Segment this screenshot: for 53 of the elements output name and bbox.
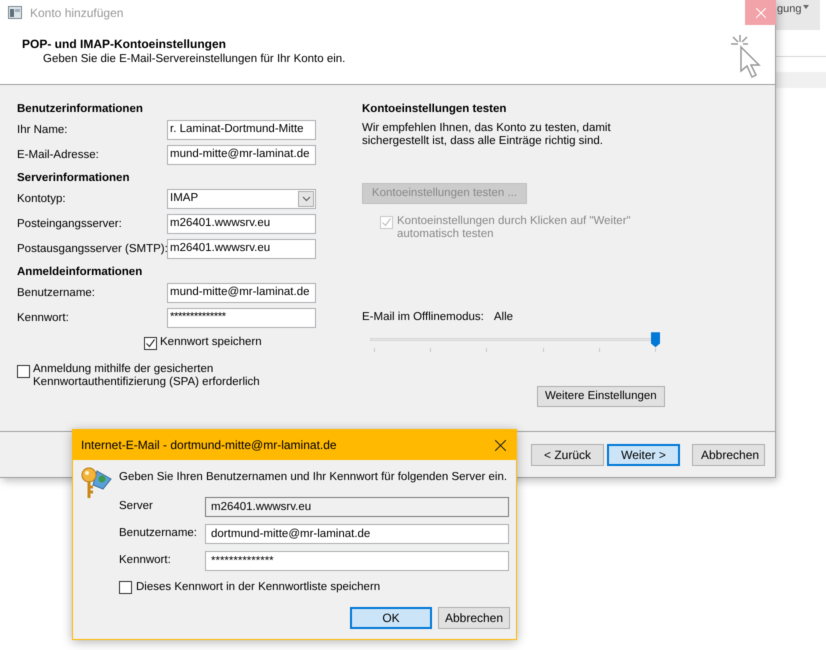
input-field[interactable]: mund-mitte@mr-laminat.de	[167, 145, 316, 165]
input-field[interactable]: m26401.wwwsrv.eu	[167, 214, 316, 234]
field-label: Kennwort:	[17, 311, 70, 326]
checkbox[interactable]	[144, 336, 157, 350]
wizard-button[interactable]: Weiter >	[607, 444, 680, 466]
key-icon	[79, 465, 113, 501]
input-field[interactable]: dortmund-mitte@mr-laminat.de	[205, 524, 509, 544]
slider-value: Alle	[494, 310, 514, 325]
ribbon-tab[interactable]: gung	[776, 0, 820, 30]
more-settings-button[interactable]: Weitere Einstellungen	[537, 386, 665, 408]
checkbox-label: Kontoeinstellungen durch Klicken auf "Weiter" automatisch testen	[397, 215, 632, 241]
checkbox[interactable]	[119, 581, 132, 594]
field-label: Server	[119, 499, 154, 514]
dialog-button[interactable]: Abbrechen	[438, 606, 510, 628]
input-field[interactable]: **************	[205, 551, 509, 572]
click-cursor-icon	[728, 33, 764, 81]
page-heading: POP- und IMAP-Kontoeinstellungen	[22, 37, 227, 52]
section-heading: Serverinformationen	[17, 171, 130, 186]
field-label: Postausgangsserver (SMTP):	[17, 242, 167, 257]
dropdown[interactable]: IMAP	[167, 189, 316, 209]
section-heading: Benutzerinformationen	[17, 102, 144, 117]
field-label: Benutzername:	[17, 286, 96, 301]
checkbox-label: Anmeldung mithilfe der gesicherten Kennwortauthentifizierung (SPA) erforderlich	[33, 363, 261, 389]
field-label: Posteingangsserver:	[17, 217, 123, 232]
close-icon	[756, 8, 766, 18]
slider-thumb[interactable]	[651, 332, 660, 348]
field-label: Benutzername:	[119, 526, 198, 542]
field-label: Ihr Name:	[17, 123, 68, 138]
field-label: Kennwort:	[119, 553, 172, 568]
field-label: E-Mail-Adresse:	[17, 148, 100, 163]
page-subtitle: Geben Sie die E-Mail-Servereinstellungen für Ihr Konto ein.	[42, 52, 346, 67]
test-description: Wir empfehlen Ihnen, das Konto zu testen, damit sichergestellt ist, dass alle Einträge richtig sind.	[362, 122, 612, 148]
chevron-down-icon[interactable]	[298, 191, 314, 207]
field-label: Kontotyp:	[17, 192, 67, 207]
app-icon	[8, 6, 22, 19]
close-icon[interactable]	[495, 440, 506, 450]
wizard-button[interactable]: < Zurück	[531, 444, 604, 466]
checkbox[interactable]	[17, 365, 30, 378]
input-field[interactable]: m26401.wwwsrv.eu	[167, 239, 316, 259]
dialog-button[interactable]: OK	[350, 606, 432, 628]
caret-icon	[803, 4, 810, 10]
checkbox-label: Dieses Kennwort in der Kennwortliste speichern	[136, 580, 380, 596]
checkbox-label: Kennwort speichern	[160, 335, 262, 350]
window-title: Konto hinzufügen	[30, 4, 124, 22]
section-heading: Anmeldeinformationen	[17, 265, 144, 280]
input-field[interactable]: **************	[167, 308, 316, 328]
dialog-title: Internet-E-Mail - dortmund-mitte@mr-laminat.de	[81, 437, 337, 454]
dialog-message: Geben Sie Ihren Benutzernamen und Ihr Kennwort für folgenden Server ein.	[119, 470, 508, 485]
input-field[interactable]: mund-mitte@mr-laminat.de	[167, 283, 316, 303]
slider-label: E-Mail im Offlinemodus:	[362, 310, 484, 325]
section-heading: Kontoeinstellungen testen	[362, 102, 508, 117]
input-field[interactable]: r. Laminat-Dortmund-Mitte	[167, 120, 316, 140]
wizard-button[interactable]: Abbrechen	[692, 444, 765, 466]
